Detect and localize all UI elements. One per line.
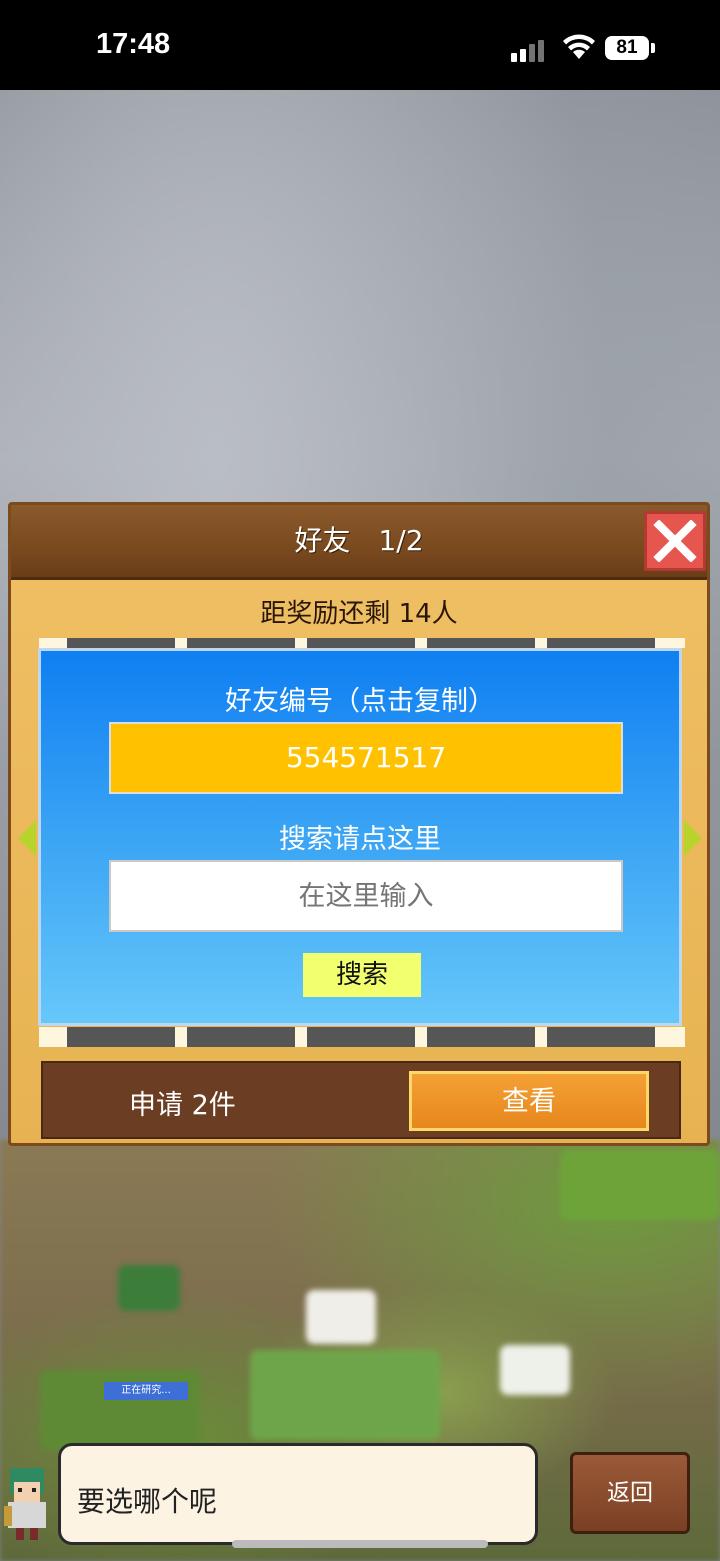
building-sprite xyxy=(306,1290,376,1344)
reward-remaining-text: 距奖励还剩 14人 xyxy=(260,599,458,629)
home-indicator[interactable] xyxy=(232,1540,488,1548)
next-page-arrow-icon[interactable] xyxy=(684,820,702,856)
friend-requests-bar: 申请 2件 查看 xyxy=(41,1061,681,1139)
dialog-header: 好友 1/2 xyxy=(11,505,707,580)
field-tile xyxy=(250,1350,440,1440)
message-bubble: 要选哪个呢 xyxy=(58,1443,538,1545)
friend-search-panel: 好友编号（点击复制） 554571517 搜索请点这里 搜索 xyxy=(38,648,682,1026)
building-sprite xyxy=(118,1265,180,1311)
back-button[interactable]: 返回 xyxy=(570,1452,690,1534)
researching-tag: 正在研究... xyxy=(104,1382,188,1400)
battery-level: 81 xyxy=(616,37,638,58)
wifi-icon xyxy=(563,34,595,59)
close-icon xyxy=(653,520,697,562)
battery-icon: 81 xyxy=(605,36,649,60)
message-text: 要选哪个呢 xyxy=(77,1485,218,1518)
search-label: 搜索请点这里 xyxy=(279,824,441,855)
friend-id-label: 好友编号（点击复制） xyxy=(225,686,495,717)
advisor-avatar xyxy=(4,1468,46,1540)
battery-tip xyxy=(651,43,655,53)
friend-id-copy-box[interactable]: 554571517 xyxy=(109,722,623,794)
cellular-signal-icon xyxy=(511,38,547,62)
status-time: 17:48 xyxy=(96,28,171,60)
friend-card-strip-top xyxy=(39,638,685,648)
friend-card-strip-bottom xyxy=(39,1027,685,1047)
building-sprite xyxy=(500,1345,570,1395)
close-button[interactable] xyxy=(644,511,706,571)
previous-page-arrow-icon[interactable] xyxy=(18,820,36,856)
search-button[interactable]: 搜索 xyxy=(303,953,421,997)
friend-search-input[interactable] xyxy=(109,860,623,932)
field-tile xyxy=(560,1150,720,1220)
view-requests-button[interactable]: 查看 xyxy=(409,1071,649,1131)
status-bar: 17:48 81 xyxy=(0,0,720,90)
dialog-title: 好友 1/2 xyxy=(294,524,424,557)
requests-count-text: 申请 2件 xyxy=(129,1090,236,1121)
